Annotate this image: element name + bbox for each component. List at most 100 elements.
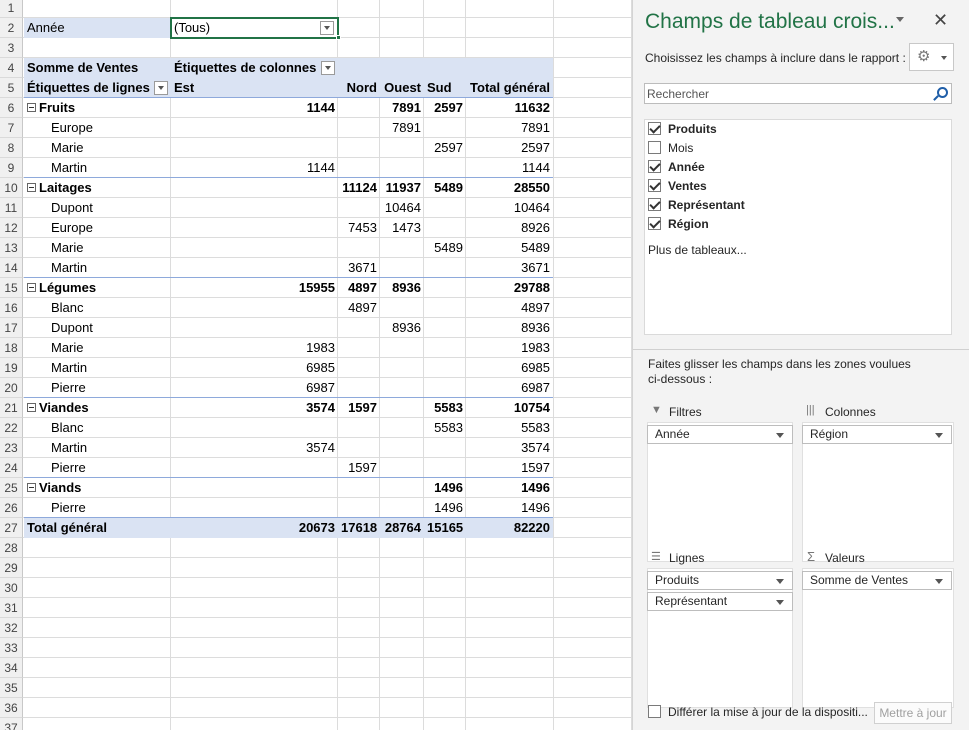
pivot-item-label[interactable]: Europe bbox=[48, 218, 170, 238]
row-header[interactable]: 19 bbox=[0, 358, 23, 378]
row-header[interactable]: 35 bbox=[0, 678, 23, 698]
row-header[interactable]: 11 bbox=[0, 198, 23, 218]
row-header[interactable]: 34 bbox=[0, 658, 23, 678]
row-header[interactable]: 31 bbox=[0, 598, 23, 618]
collapse-icon[interactable] bbox=[27, 183, 36, 193]
pivot-group-label[interactable]: Viandes bbox=[24, 398, 170, 418]
row-header[interactable]: 8 bbox=[0, 138, 23, 158]
column-labels-dropdown[interactable] bbox=[321, 61, 335, 75]
row-header[interactable]: 4 bbox=[0, 58, 23, 78]
row-header[interactable]: 18 bbox=[0, 338, 23, 358]
row-header[interactable]: 15 bbox=[0, 278, 23, 298]
row-header[interactable]: 37 bbox=[0, 718, 23, 730]
field-item[interactable]: Mois bbox=[648, 139, 693, 157]
row-header[interactable]: 16 bbox=[0, 298, 23, 318]
search-input[interactable]: Rechercher bbox=[644, 83, 952, 104]
field-item[interactable]: Représentant bbox=[648, 196, 745, 214]
pivot-item-label[interactable]: Europe bbox=[48, 118, 170, 138]
row-labels-dropdown[interactable] bbox=[154, 81, 168, 95]
row-header[interactable]: 30 bbox=[0, 578, 23, 598]
row-header[interactable]: 20 bbox=[0, 378, 23, 398]
pivot-group-label[interactable]: Laitages bbox=[24, 178, 170, 198]
row-header[interactable]: 3 bbox=[0, 38, 23, 58]
pivot-value-cell bbox=[380, 498, 424, 518]
field-item[interactable]: Produits bbox=[648, 120, 717, 138]
field-item[interactable]: Année bbox=[648, 158, 705, 176]
row-header[interactable]: 12 bbox=[0, 218, 23, 238]
fill-handle[interactable] bbox=[336, 35, 341, 40]
row-header[interactable]: 14 bbox=[0, 258, 23, 278]
pivot-value-cell bbox=[338, 338, 380, 358]
field-item[interactable]: Région bbox=[648, 215, 709, 233]
pivot-item-label[interactable]: Dupont bbox=[48, 198, 170, 218]
field-checkbox[interactable] bbox=[648, 141, 661, 155]
row-header[interactable]: 36 bbox=[0, 698, 23, 718]
pivot-item-label[interactable]: Martin bbox=[48, 358, 170, 378]
pivot-item-label[interactable]: Martin bbox=[48, 258, 170, 278]
rows-field-representant[interactable]: Représentant bbox=[647, 592, 793, 611]
pane-options-dropdown[interactable] bbox=[896, 17, 904, 22]
field-checkbox[interactable] bbox=[648, 217, 661, 231]
row-header[interactable]: 17 bbox=[0, 318, 23, 338]
row-header[interactable]: 32 bbox=[0, 618, 23, 638]
field-item[interactable]: Ventes bbox=[648, 177, 707, 195]
pivot-item-label[interactable]: Pierre bbox=[48, 458, 170, 478]
pivot-row-text: Viandes bbox=[39, 400, 89, 415]
spreadsheet-grid[interactable]: 1 2 3 4 5 6 7 8 9 10 11 12 13 14 15 16 17 18 19 20 21 22 23 24 2… bbox=[0, 0, 632, 730]
pivot-item-label[interactable]: Marie bbox=[48, 238, 170, 258]
row-header[interactable]: 10 bbox=[0, 178, 23, 198]
pivot-group-label[interactable]: Viands bbox=[24, 478, 170, 498]
pivot-item-label[interactable]: Martin bbox=[48, 158, 170, 178]
row-header[interactable]: 2 bbox=[0, 18, 23, 38]
pivot-group-label[interactable]: Fruits bbox=[24, 98, 170, 118]
pivot-group-label[interactable]: Légumes bbox=[24, 278, 170, 298]
pivot-item-label[interactable]: Blanc bbox=[48, 418, 170, 438]
defer-update-row[interactable]: Différer la mise à jour de la dispositi.… bbox=[648, 705, 868, 719]
pivot-value-cell bbox=[338, 98, 380, 118]
row-header[interactable]: 21 bbox=[0, 398, 23, 418]
values-field-somme[interactable]: Somme de Ventes bbox=[802, 571, 952, 590]
defer-update-label: Différer la mise à jour de la dispositi.… bbox=[668, 705, 868, 719]
pivot-item-label[interactable]: Martin bbox=[48, 438, 170, 458]
gear-icon[interactable]: ⚙ bbox=[909, 43, 954, 71]
collapse-icon[interactable] bbox=[27, 283, 36, 293]
row-header[interactable]: 23 bbox=[0, 438, 23, 458]
defer-update-checkbox[interactable] bbox=[648, 705, 661, 719]
pivot-item-label[interactable]: Blanc bbox=[48, 298, 170, 318]
row-header[interactable]: 1 bbox=[0, 0, 23, 18]
pivot-item-label[interactable]: Marie bbox=[48, 338, 170, 358]
rows-field-produits[interactable]: Produits bbox=[647, 571, 793, 590]
row-header[interactable]: 28 bbox=[0, 538, 23, 558]
field-checkbox[interactable] bbox=[648, 198, 661, 212]
row-header[interactable]: 29 bbox=[0, 558, 23, 578]
row-header[interactable]: 7 bbox=[0, 118, 23, 138]
pivot-value-cell: 1496 bbox=[434, 500, 463, 515]
more-tables-link[interactable]: Plus de tableaux... bbox=[648, 241, 747, 259]
row-header[interactable]: 24 bbox=[0, 458, 23, 478]
pivot-item-label[interactable]: Pierre bbox=[48, 378, 170, 398]
row-header[interactable]: 27 bbox=[0, 518, 23, 538]
pivot-item-label[interactable]: Dupont bbox=[48, 318, 170, 338]
row-header[interactable]: 26 bbox=[0, 498, 23, 518]
close-icon[interactable]: ✕ bbox=[933, 10, 948, 31]
pivot-value-cell: 2597 bbox=[434, 100, 463, 115]
pivot-item-label[interactable]: Pierre bbox=[48, 498, 170, 518]
row-header[interactable]: 5 bbox=[0, 78, 23, 98]
pivot-item-label[interactable]: Marie bbox=[48, 138, 170, 158]
row-header[interactable]: 6 bbox=[0, 98, 23, 118]
sigma-icon: Σ bbox=[807, 549, 816, 564]
row-header[interactable]: 22 bbox=[0, 418, 23, 438]
field-checkbox[interactable] bbox=[648, 122, 661, 136]
row-header[interactable]: 33 bbox=[0, 638, 23, 658]
field-checkbox[interactable] bbox=[648, 179, 661, 193]
field-label: Année bbox=[668, 160, 705, 174]
collapse-icon[interactable] bbox=[27, 403, 36, 413]
collapse-icon[interactable] bbox=[27, 103, 36, 113]
collapse-icon[interactable] bbox=[27, 483, 36, 493]
filters-field-annee[interactable]: Année bbox=[647, 425, 793, 444]
row-header[interactable]: 13 bbox=[0, 238, 23, 258]
columns-field-region[interactable]: Région bbox=[802, 425, 952, 444]
row-header[interactable]: 9 bbox=[0, 158, 23, 178]
field-checkbox[interactable] bbox=[648, 160, 661, 174]
row-header[interactable]: 25 bbox=[0, 478, 23, 498]
